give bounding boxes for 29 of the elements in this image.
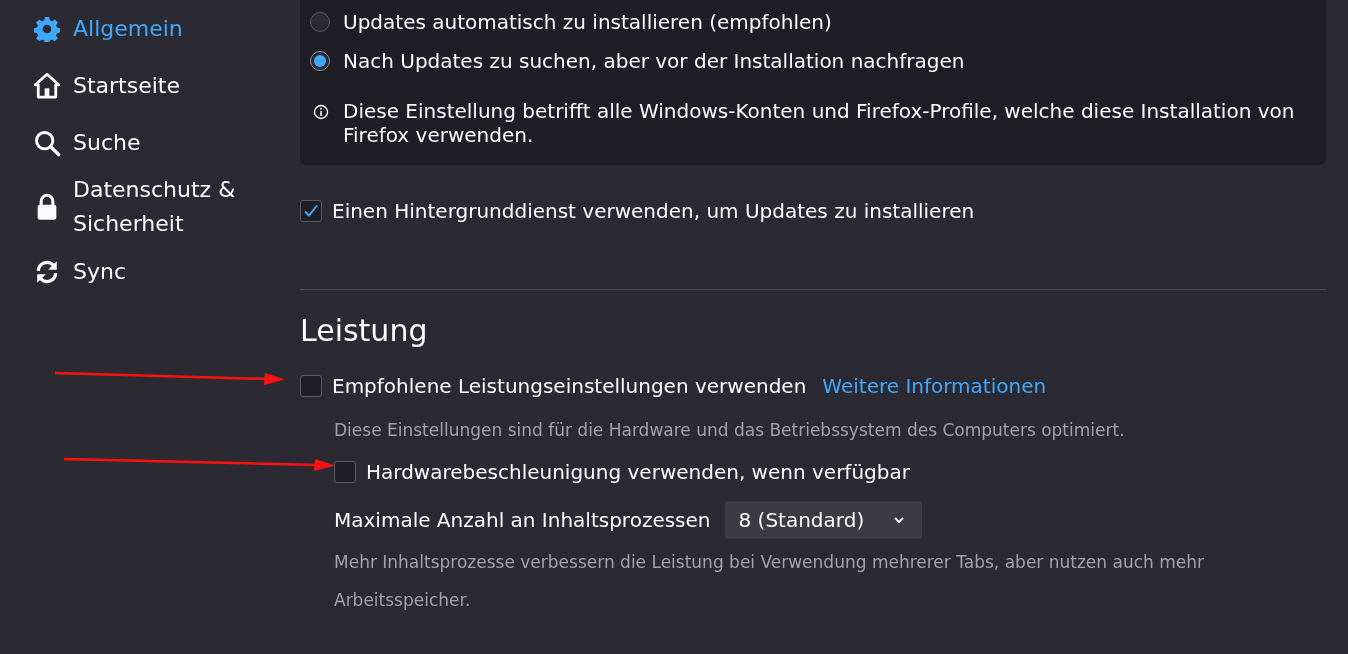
lock-icon bbox=[35, 193, 59, 221]
more-info-link[interactable]: Weitere Informationen bbox=[822, 374, 1047, 398]
home-icon bbox=[33, 71, 61, 100]
search-icon bbox=[33, 128, 61, 157]
sync-icon bbox=[34, 258, 60, 285]
chevron-down-icon bbox=[894, 516, 905, 524]
select-label: Maximale Anzahl an Inhaltsprozessen bbox=[334, 508, 711, 532]
sidebar-item[interactable]: Sync bbox=[0, 243, 300, 300]
checkbox-label[interactable]: Einen Hintergrunddienst verwenden, um Updates zu installieren bbox=[332, 199, 975, 223]
info-icon bbox=[313, 104, 329, 120]
process-count-dropdown[interactable]: 8 (Standard) bbox=[724, 501, 923, 539]
hint-text: Diese Einstellungen sind für die Hardware und das Betriebssystem des Computers optimiert. bbox=[333, 419, 1126, 442]
sidebar-item[interactable]: Datenschutz & Sicherheit bbox=[0, 171, 300, 243]
sidebar-item[interactable]: Startseite bbox=[0, 57, 300, 114]
sidebar-item[interactable]: Allgemein bbox=[0, 0, 300, 57]
hint-text: Mehr Inhaltsprozesse verbessern die Leistung bei Verwendung mehrerer Tabs, aber nutzen auch mehr Arbeitsspeicher. bbox=[333, 551, 1205, 612]
checkbox[interactable] bbox=[300, 375, 322, 397]
checkbox[interactable] bbox=[300, 200, 322, 222]
radio-label[interactable]: Nach Updates zu suchen, aber vor der Installation nachfragen bbox=[343, 49, 965, 73]
sidebar-item[interactable]: Suche bbox=[0, 114, 300, 171]
checkbox-label[interactable]: Empfohlene Leistungseinstellungen verwenden bbox=[332, 374, 807, 398]
radio-button[interactable] bbox=[310, 51, 330, 71]
checkbox-label[interactable]: Hardwarebeschleunigung verwenden, wenn verfügbar bbox=[366, 460, 910, 484]
checkbox[interactable] bbox=[334, 461, 356, 483]
gear-icon bbox=[34, 15, 60, 42]
section-heading: Leistung bbox=[300, 312, 429, 350]
radio-label[interactable]: Updates automatisch zu installieren (empfohlen) bbox=[343, 9, 832, 34]
info-note: Diese Einstellung betrifft alle Windows-Konten und Firefox-Profile, welche diese Installation von Firefox verwenden. bbox=[343, 99, 1296, 147]
radio-button[interactable] bbox=[310, 11, 330, 32]
